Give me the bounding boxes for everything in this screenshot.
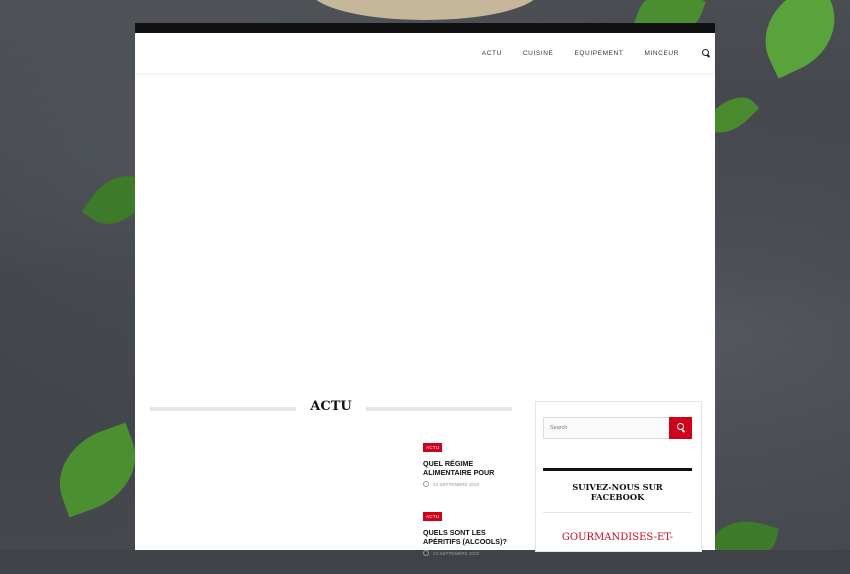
nav-item-actu[interactable]: ACTU bbox=[482, 50, 502, 57]
post-title[interactable]: QUELS SONT LES APÉRITIFS (ALCOOLS)? bbox=[423, 528, 533, 546]
search-icon[interactable] bbox=[701, 48, 711, 58]
list-item[interactable]: ACTU QUELS SONT LES APÉRITIFS (ALCOOLS)?… bbox=[423, 505, 533, 556]
site-container: ACTU CUISINE EQUIPEMENT MINCEUR ACTU ACT… bbox=[135, 23, 715, 556]
widget-title-line: SUIVEZ-NOUS SUR bbox=[572, 482, 663, 492]
nav-item-equipement[interactable]: EQUIPEMENT bbox=[574, 50, 623, 57]
heading-rule-right bbox=[366, 407, 512, 411]
nav-item-minceur[interactable]: MINCEUR bbox=[644, 50, 679, 57]
category-badge[interactable]: ACTU bbox=[423, 512, 443, 521]
facebook-page-link[interactable]: GOURMANDISES-ET- bbox=[543, 532, 692, 543]
separator bbox=[543, 512, 692, 513]
post-title-line[interactable]: ALIMENTAIRE POUR bbox=[423, 468, 533, 477]
post-date-text: 24 SEPTEMBRE 2022 bbox=[433, 481, 480, 487]
section-heading: ACTU bbox=[150, 398, 512, 418]
post-date: 24 SEPTEMBRE 2022 bbox=[423, 550, 533, 556]
widget-title: SUIVEZ-NOUS SUR FACEBOOK bbox=[543, 482, 692, 502]
nav-item-cuisine[interactable]: CUISINE bbox=[523, 50, 554, 57]
widget-divider bbox=[543, 468, 692, 471]
clock-icon bbox=[423, 550, 429, 556]
actu-section: ACTU bbox=[150, 398, 512, 418]
main-nav: ACTU CUISINE EQUIPEMENT MINCEUR bbox=[461, 33, 715, 73]
category-badge[interactable]: ACTU bbox=[423, 443, 443, 452]
search-input[interactable] bbox=[543, 417, 669, 439]
widget-title-line: FACEBOOK bbox=[590, 492, 645, 502]
search-form bbox=[543, 417, 692, 439]
hero-area bbox=[135, 73, 715, 388]
site-header: ACTU CUISINE EQUIPEMENT MINCEUR bbox=[135, 33, 715, 73]
list-item[interactable]: ACTU QUEL RÉGIME ALIMENTAIRE POUR 24 SEP… bbox=[423, 436, 533, 487]
top-bar bbox=[135, 23, 715, 33]
post-title-line[interactable]: APÉRITIFS (ALCOOLS)? bbox=[423, 537, 533, 546]
post-list: ACTU QUEL RÉGIME ALIMENTAIRE POUR 24 SEP… bbox=[423, 436, 533, 574]
post-title[interactable]: QUEL RÉGIME ALIMENTAIRE POUR bbox=[423, 459, 533, 477]
post-date: 24 SEPTEMBRE 2022 bbox=[423, 481, 533, 487]
post-title-line[interactable]: QUELS SONT LES bbox=[423, 528, 533, 537]
search-button[interactable] bbox=[669, 417, 692, 439]
post-date-text: 24 SEPTEMBRE 2022 bbox=[433, 550, 480, 556]
post-title-line[interactable]: QUEL RÉGIME bbox=[423, 459, 533, 468]
clock-icon bbox=[423, 481, 429, 487]
sidebar: SUIVEZ-NOUS SUR FACEBOOK GOURMANDISES-ET… bbox=[535, 401, 702, 552]
